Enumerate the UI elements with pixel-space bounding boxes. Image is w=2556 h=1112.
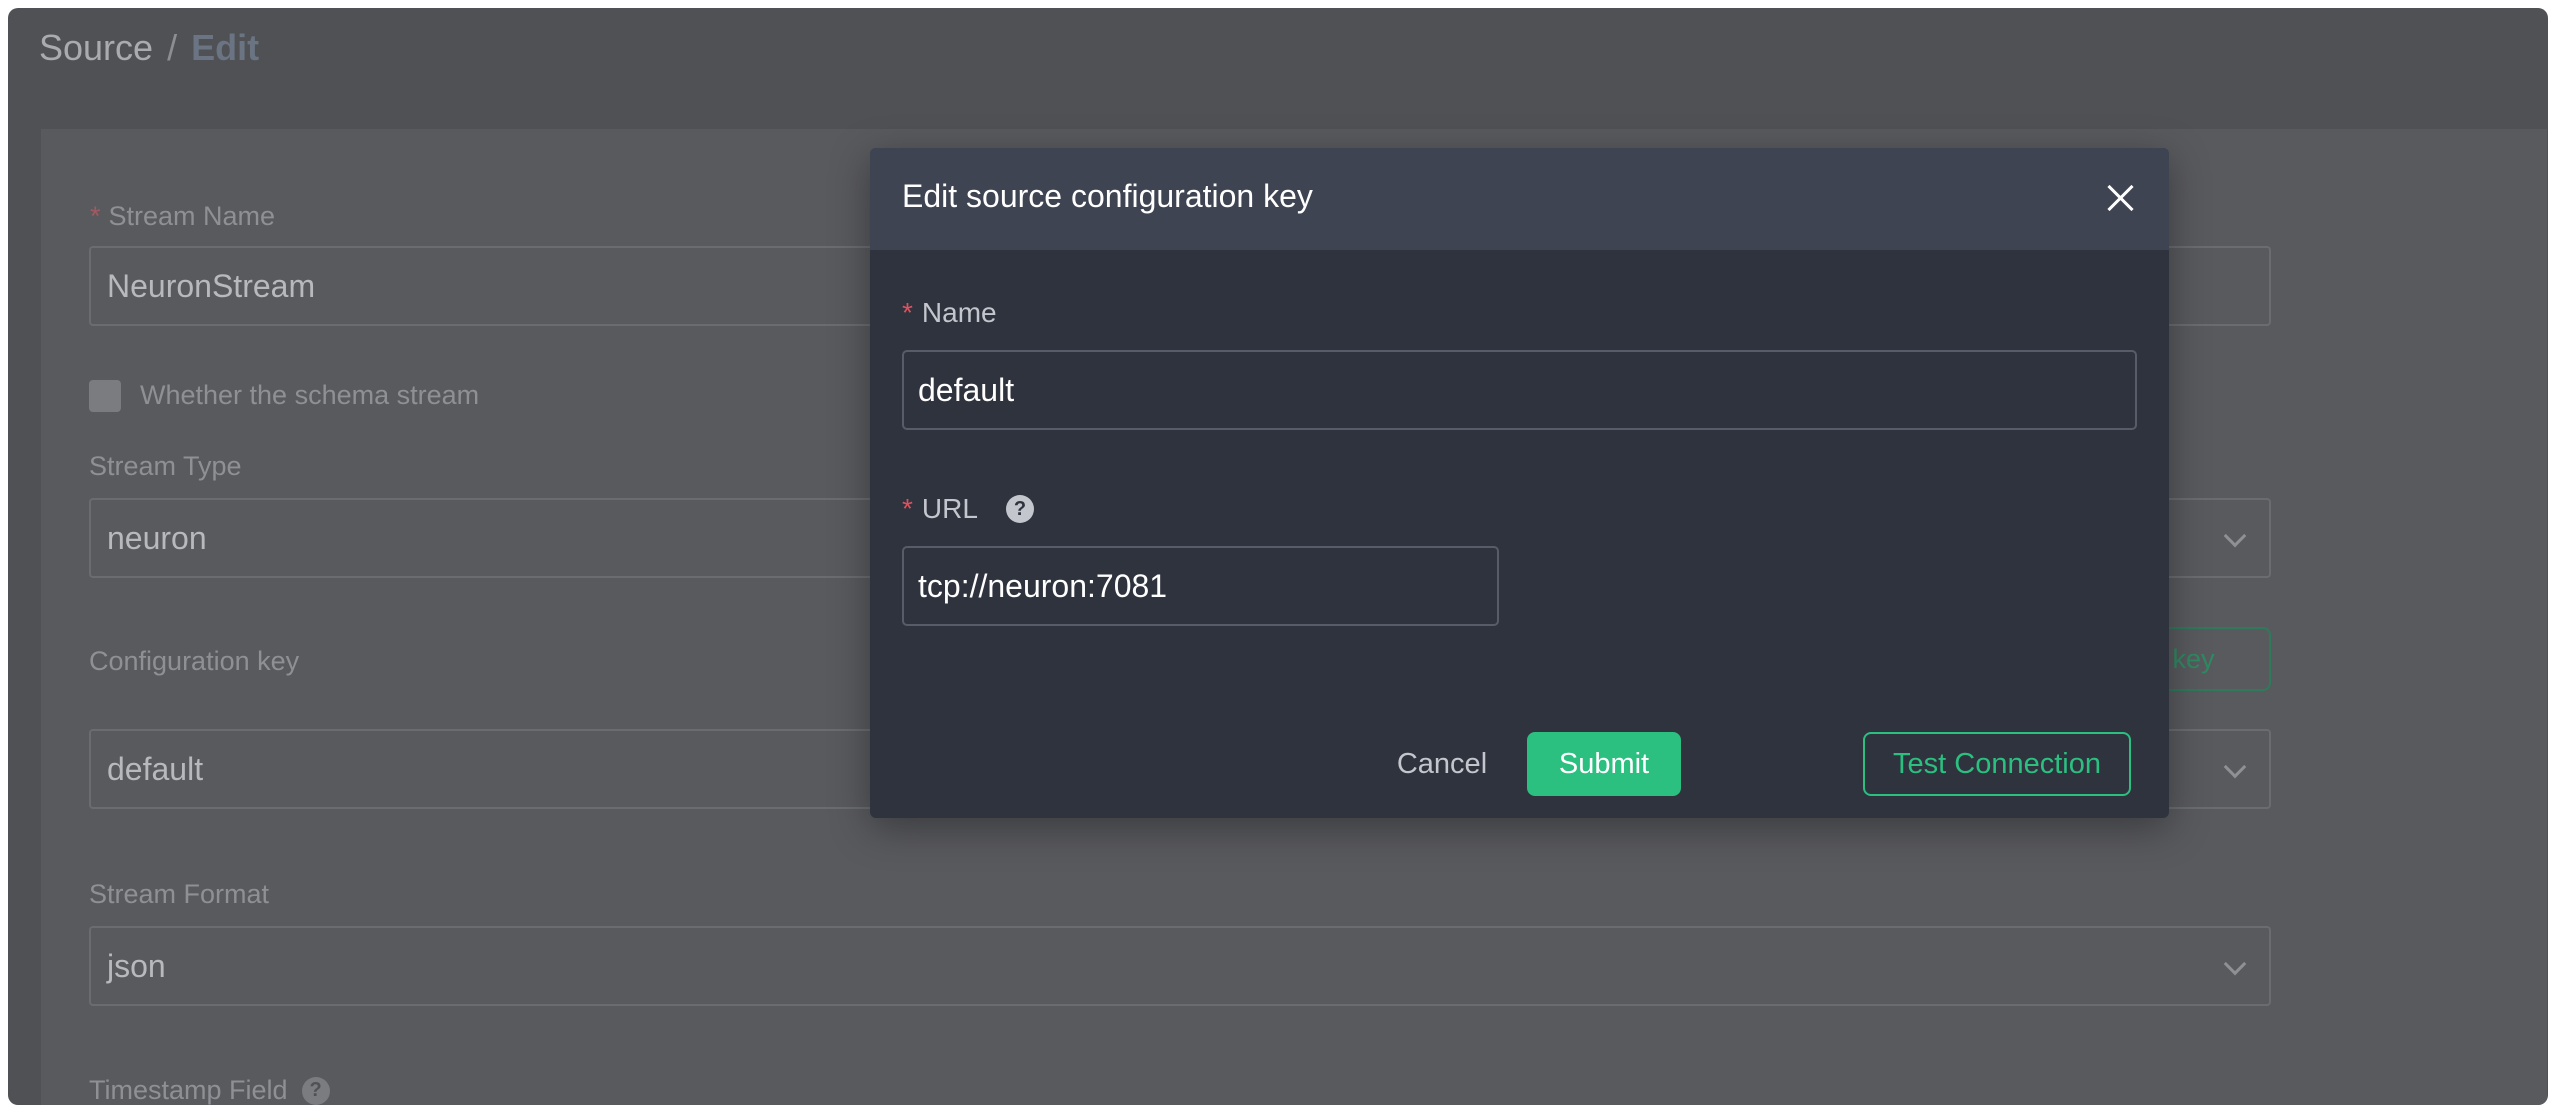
breadcrumb: Source / Edit	[39, 27, 259, 69]
stream-type-value: neuron	[107, 519, 207, 556]
required-mark: *	[902, 493, 913, 524]
url-label: * URL ?	[902, 493, 1034, 525]
stream-name-label: * Stream Name	[90, 201, 276, 231]
chevron-down-icon	[2223, 952, 2247, 976]
required-mark: *	[90, 201, 101, 231]
schema-stream-label: Whether the schema stream	[140, 380, 480, 410]
app-frame: Source / Edit * Stream Name NeuronStream …	[8, 8, 2548, 1105]
chevron-down-icon	[2223, 755, 2247, 779]
breadcrumb-parent[interactable]: Source	[39, 27, 153, 69]
modal-title: Edit source configuration key	[902, 178, 1313, 214]
breadcrumb-separator: /	[167, 27, 178, 68]
url-input[interactable]	[902, 546, 1499, 626]
stream-type-label: Stream Type	[89, 451, 242, 481]
test-connection-button[interactable]: Test Connection	[1863, 732, 2131, 796]
close-icon[interactable]	[2103, 181, 2137, 215]
cancel-button[interactable]: Cancel	[1372, 732, 1512, 796]
stream-format-value: json	[107, 947, 166, 984]
chevron-down-icon	[2223, 524, 2247, 548]
stream-format-select[interactable]: json	[89, 926, 2271, 1006]
question-circle-icon[interactable]: ?	[1005, 495, 1034, 523]
edit-config-key-modal: Edit source configuration key *Name *URL…	[870, 148, 2169, 818]
name-input[interactable]	[902, 350, 2137, 430]
required-mark: *	[902, 297, 913, 328]
configuration-key-value: default	[107, 750, 204, 787]
breadcrumb-current: Edit	[191, 27, 260, 68]
question-circle-icon[interactable]: ?	[301, 1076, 330, 1105]
timestamp-field-label: Timestamp Field ?	[89, 1075, 330, 1105]
stream-format-label: Stream Format	[89, 879, 270, 909]
name-label: * Name	[902, 297, 997, 328]
schema-stream-checkbox[interactable]	[89, 380, 121, 412]
submit-button[interactable]: Submit	[1527, 732, 1681, 796]
modal-header: Edit source configuration key	[870, 148, 2169, 250]
configuration-key-label: Configuration key	[89, 646, 300, 676]
